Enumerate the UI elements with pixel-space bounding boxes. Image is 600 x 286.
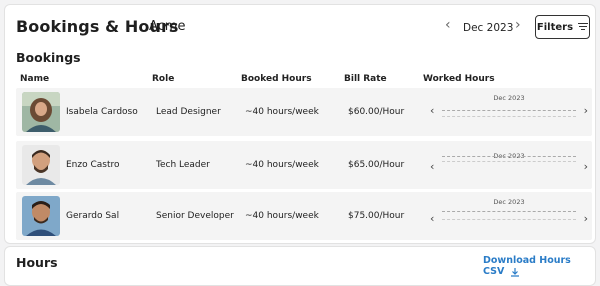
row-role: Lead Designer bbox=[156, 107, 221, 117]
row-booked-hours: ~40 hours/week bbox=[245, 211, 319, 221]
download-icon bbox=[510, 267, 519, 277]
worked-hours-prev-chevron-icon[interactable]: ‹ bbox=[430, 160, 434, 173]
avatar bbox=[22, 145, 60, 185]
worked-hours-dashed-line bbox=[442, 110, 576, 111]
worked-hours-dashed-line bbox=[442, 116, 576, 117]
table-row: Gerardo Sal Senior Developer ~40 hours/w… bbox=[16, 192, 592, 240]
worked-hours-dashed-line bbox=[442, 219, 576, 220]
filters-button[interactable]: Filters bbox=[535, 15, 590, 39]
hours-section-title: Hours bbox=[16, 255, 58, 270]
row-bill-rate: $65.00/Hour bbox=[348, 160, 405, 170]
bookings-section-title: Bookings bbox=[16, 50, 81, 65]
worked-hours-month: Dec 2023 bbox=[493, 198, 525, 206]
col-header-role: Role bbox=[152, 74, 175, 84]
bookings-card: Bookings & Hours Acme ‹ Dec 2023 › Filte… bbox=[4, 4, 596, 244]
avatar bbox=[22, 196, 60, 236]
worked-hours-cell: Dec 2023 ‹ › bbox=[426, 192, 592, 240]
avatar bbox=[22, 92, 60, 132]
row-name: Gerardo Sal bbox=[66, 211, 120, 221]
company-name: Acme bbox=[149, 19, 186, 34]
col-header-bill-rate: Bill Rate bbox=[344, 74, 387, 84]
row-bill-rate: $75.00/Hour bbox=[348, 211, 405, 221]
row-booked-hours: ~40 hours/week bbox=[245, 107, 319, 117]
row-bill-rate: $60.00/Hour bbox=[348, 107, 405, 117]
month-label: Dec 2023 bbox=[463, 22, 514, 34]
worked-hours-next-chevron-icon[interactable]: › bbox=[584, 212, 588, 225]
filters-label: Filters bbox=[536, 21, 574, 33]
col-header-name: Name bbox=[20, 74, 50, 84]
worked-hours-dashed-line bbox=[442, 211, 576, 212]
row-name: Enzo Castro bbox=[66, 160, 120, 170]
row-role: Senior Developer bbox=[156, 211, 234, 221]
prev-month-chevron-icon[interactable]: ‹ bbox=[445, 17, 451, 33]
worked-hours-next-chevron-icon[interactable]: › bbox=[584, 160, 588, 173]
row-name: Isabela Cardoso bbox=[66, 107, 138, 117]
worked-hours-prev-chevron-icon[interactable]: ‹ bbox=[430, 104, 434, 117]
col-header-worked-hours: Worked Hours bbox=[423, 74, 495, 84]
table-row: Enzo Castro Tech Leader ~40 hours/week $… bbox=[16, 141, 592, 189]
filter-lines-icon bbox=[578, 23, 589, 31]
col-header-booked-hours: Booked Hours bbox=[241, 74, 312, 84]
worked-hours-next-chevron-icon[interactable]: › bbox=[584, 104, 588, 117]
worked-hours-cell: Dec 2023 ‹ › bbox=[426, 141, 592, 189]
worked-hours-month: Dec 2023 bbox=[493, 94, 525, 102]
worked-hours-cell: Dec 2023 ‹ › bbox=[426, 88, 592, 136]
row-role: Tech Leader bbox=[156, 160, 210, 170]
worked-hours-dashed-line bbox=[442, 156, 576, 157]
table-row: Isabela Cardoso Lead Designer ~40 hours/… bbox=[16, 88, 592, 136]
worked-hours-dashed-line bbox=[442, 161, 576, 162]
next-month-chevron-icon[interactable]: › bbox=[515, 17, 521, 33]
hours-card: Hours Download Hours CSV bbox=[4, 246, 596, 286]
worked-hours-prev-chevron-icon[interactable]: ‹ bbox=[430, 212, 434, 225]
row-booked-hours: ~40 hours/week bbox=[245, 160, 319, 170]
